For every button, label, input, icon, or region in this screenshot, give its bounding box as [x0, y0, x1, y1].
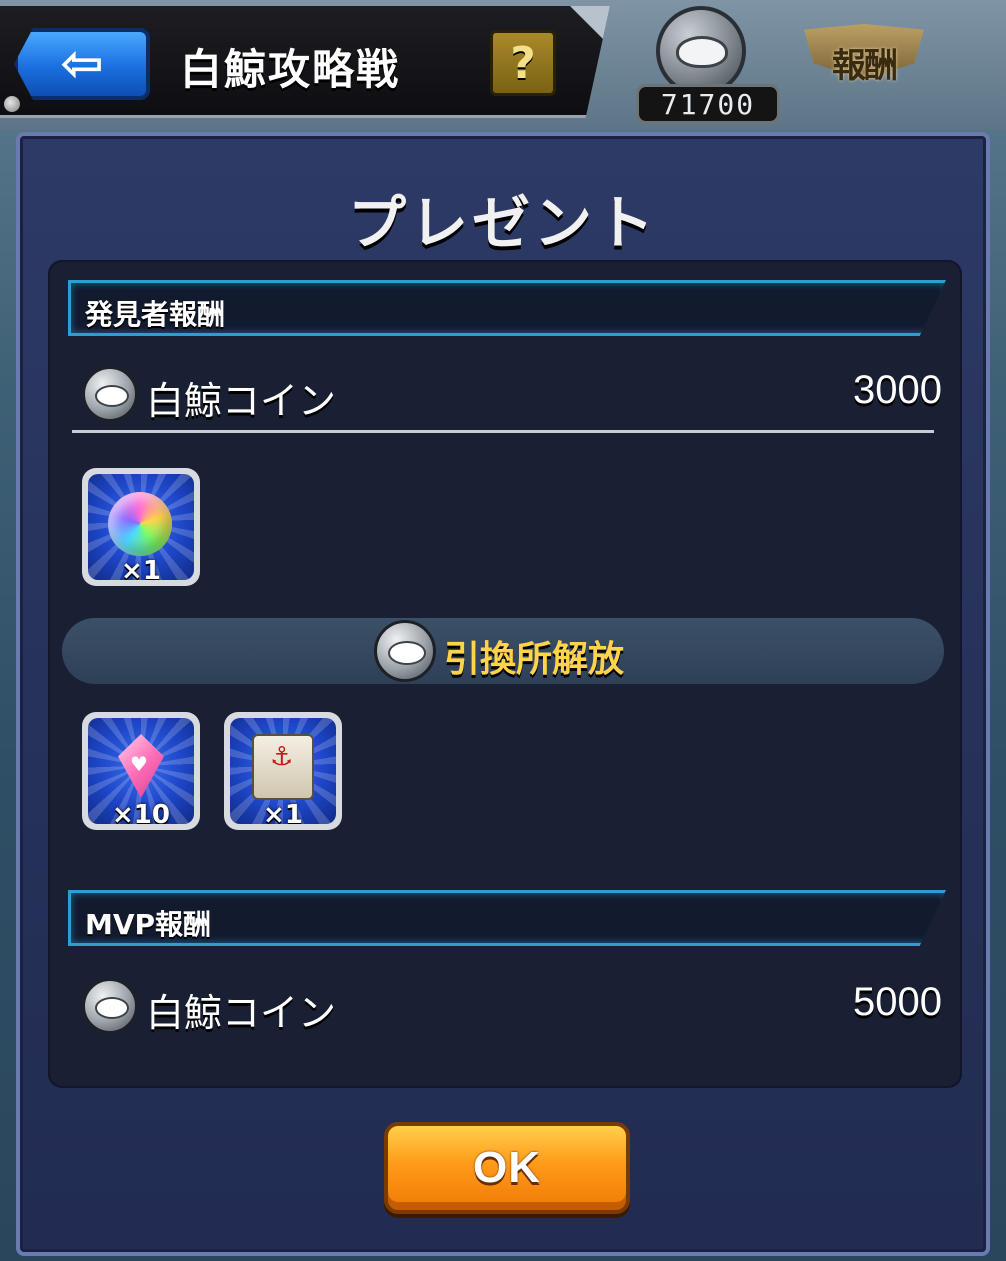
- whale-coin-icon: [82, 366, 138, 422]
- item-face: ×10: [88, 718, 194, 824]
- exchange-unlock-bar: 引換所解放: [62, 618, 944, 684]
- section-title: MVP報酬: [85, 908, 212, 941]
- whale-coin-icon: [374, 620, 436, 682]
- reward-name: 白鯨コイン: [146, 991, 337, 1035]
- divider: [72, 430, 934, 433]
- item-face: ×1: [88, 474, 194, 580]
- reward-item-tile[interactable]: ×10: [82, 712, 200, 830]
- scroll-icon: [252, 734, 314, 800]
- rainbow-orb-icon: [108, 492, 172, 556]
- dialog-title: プレゼント: [347, 189, 658, 257]
- screw-decoration: [4, 96, 20, 112]
- reward-item-tile[interactable]: ×1: [224, 712, 342, 830]
- pink-gem-icon: [118, 734, 164, 798]
- coin-count: 71700: [636, 84, 780, 124]
- reward-name: 白鯨コイン: [146, 379, 337, 423]
- item-quantity: ×1: [121, 556, 161, 580]
- present-dialog: プレゼント 発見者報酬 白鯨コイン 3000 ×1 引換所解放 ×10: [16, 132, 990, 1256]
- exchange-unlock-label: 引換所解放: [444, 639, 625, 680]
- coin-reward-row: 白鯨コイン 3000: [82, 364, 942, 424]
- whale-icon: [676, 36, 728, 68]
- ok-button-label: OK: [473, 1143, 541, 1192]
- reward-label: 報酬: [832, 45, 898, 86]
- whale-coin-icon: [82, 978, 138, 1034]
- help-button[interactable]: ?: [490, 30, 556, 96]
- section-header-discoverer: 発見者報酬: [68, 280, 946, 336]
- coin-reward-row: 白鯨コイン 5000: [82, 976, 942, 1036]
- item-face: ×1: [230, 718, 336, 824]
- reward-button[interactable]: 報酬: [800, 6, 928, 118]
- reward-amount: 5000: [853, 980, 942, 1024]
- section-title: 発見者報酬: [85, 298, 226, 331]
- reward-list-panel: 発見者報酬 白鯨コイン 3000 ×1 引換所解放 ×10: [48, 260, 962, 1088]
- item-quantity: ×10: [112, 800, 170, 824]
- reward-amount: 3000: [853, 368, 942, 412]
- ok-button[interactable]: OK: [384, 1122, 630, 1214]
- page-title: 白鯨攻略戦: [180, 45, 401, 94]
- whale-coin-icon: [656, 6, 746, 96]
- back-button[interactable]: ⇦: [14, 28, 150, 100]
- back-arrow-icon: ⇦: [60, 34, 104, 94]
- reward-item-tile[interactable]: ×1: [82, 468, 200, 586]
- top-bar: ⇦ 白鯨攻略戦 ? 71700 報酬: [0, 0, 1006, 130]
- item-quantity: ×1: [263, 800, 303, 824]
- section-header-mvp: MVP報酬: [68, 890, 946, 946]
